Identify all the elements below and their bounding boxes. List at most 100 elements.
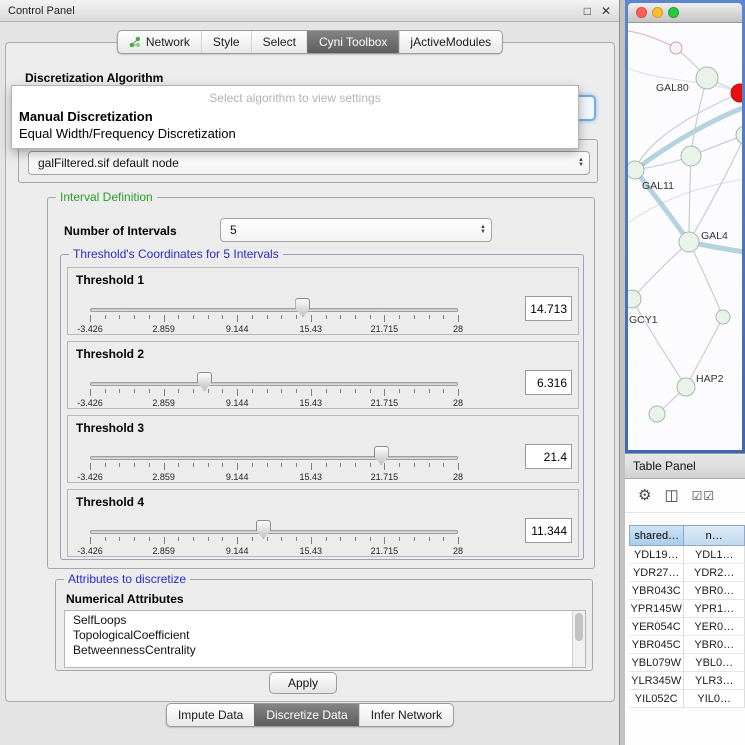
table-cell[interactable]: YDL19…	[629, 546, 684, 564]
table-cell[interactable]: YDR27…	[629, 564, 684, 582]
attribute-list-item[interactable]: SelfLoops	[73, 613, 577, 628]
table-row[interactable]: YIL052CYIL0…	[629, 690, 745, 708]
table-cell[interactable]: YBL079W	[629, 654, 684, 672]
tab-jactivemodules[interactable]: jActiveModules	[398, 31, 502, 53]
network-view-window: GAL80 GAL11 GAL4 GCY1 HAP2	[625, 0, 745, 453]
table-cell[interactable]: YER054C	[629, 618, 684, 636]
column-header-name[interactable]: n…	[684, 525, 745, 546]
table-cell[interactable]: YIL052C	[629, 690, 684, 708]
table-row[interactable]: YBR045CYBR0…	[629, 636, 745, 654]
table-cell[interactable]: YLR345W	[629, 672, 684, 690]
threshold-value-field[interactable]: 21.4	[525, 444, 572, 469]
tick-label: -3.426	[77, 324, 103, 334]
slider-tick-labels: -3.4262.8599.14415.4321.71528	[90, 546, 458, 556]
network-node[interactable]	[649, 406, 665, 422]
network-node[interactable]	[716, 310, 730, 324]
network-node-hap2[interactable]	[677, 378, 695, 396]
tick-label: 2.859	[152, 398, 175, 408]
select-columns-checkboxes-icon[interactable]: ☑☑	[692, 490, 716, 502]
table-header-row: shared… n…	[629, 525, 745, 546]
table-cell[interactable]: YIL0…	[684, 690, 745, 708]
network-node[interactable]	[670, 42, 682, 54]
apply-button[interactable]: Apply	[269, 672, 337, 694]
attribute-list-item[interactable]: TopologicalCoefficient	[73, 628, 577, 643]
close-traffic-light-icon[interactable]	[636, 7, 647, 18]
thresholds-group: Threshold's Coordinates for 5 Intervals …	[60, 254, 584, 560]
tab-infer-network[interactable]: Infer Network	[359, 704, 453, 726]
table-cell[interactable]: YBR0…	[684, 636, 745, 654]
table-cell[interactable]: YBR045C	[629, 636, 684, 654]
tick-label: 28	[453, 324, 463, 334]
network-node-gcy1[interactable]	[628, 290, 641, 308]
attribute-list-item[interactable]: BetweennessCentrality	[73, 643, 577, 658]
tab-label: Style	[213, 35, 240, 49]
table-row[interactable]: YBR043CYBR0…	[629, 582, 745, 600]
tick-label: -3.426	[77, 546, 103, 556]
dropdown-option-equal-width[interactable]: Equal Width/Frequency Discretization	[12, 125, 578, 142]
tick-label: -3.426	[77, 398, 103, 408]
minimize-traffic-light-icon[interactable]	[652, 7, 663, 18]
threshold-slider[interactable]: -3.4262.8599.14415.4321.71528	[90, 514, 458, 556]
network-node-gal80[interactable]	[696, 67, 718, 89]
table-cell[interactable]: YBL0…	[684, 654, 745, 672]
tab-network[interactable]: Network	[118, 31, 201, 53]
network-node-selected-red[interactable]	[731, 84, 742, 102]
table-row[interactable]: YDL19…YDL1…	[629, 546, 745, 564]
tab-impute-data[interactable]: Impute Data	[167, 704, 254, 726]
float-window-icon[interactable]: □	[584, 4, 591, 18]
control-panel-window: Control Panel □ ✕ Discretization Algorit…	[0, 0, 620, 745]
settings-gear-icon[interactable]: ⚙	[638, 488, 651, 503]
network-node[interactable]	[736, 126, 742, 144]
slider-track[interactable]	[90, 382, 458, 386]
table-row[interactable]: YPR145WYPR1…	[629, 600, 745, 618]
slider-track[interactable]	[90, 308, 458, 312]
network-node-gal4[interactable]	[679, 232, 699, 252]
table-panel-toolbar: ⚙ ◫ ☑☑	[625, 479, 745, 513]
network-graph: GAL80 GAL11 GAL4 GCY1 HAP2	[628, 23, 742, 450]
zoom-traffic-light-icon[interactable]	[668, 7, 679, 18]
tab-cyni-toolbox[interactable]: Cyni Toolbox	[307, 31, 398, 53]
tab-discretize-data[interactable]: Discretize Data	[254, 704, 358, 726]
scrollbar[interactable]	[572, 611, 585, 667]
table-cell[interactable]: YER0…	[684, 618, 745, 636]
columns-icon[interactable]: ◫	[664, 488, 678, 503]
slider-ticks	[90, 463, 458, 471]
algorithm-dropdown-popup: Select algorithm to view settings Manual…	[11, 85, 579, 149]
threshold-slider[interactable]: -3.4262.8599.14415.4321.71528	[90, 366, 458, 408]
number-of-intervals-combo[interactable]: 5 ▲▼	[220, 218, 492, 242]
table-cell[interactable]: YLR3…	[684, 672, 745, 690]
threshold-value-field[interactable]: 6.316	[525, 370, 572, 395]
table-data-combo[interactable]: galFiltered.sif default node ▲▼	[28, 151, 590, 175]
tab-style[interactable]: Style	[201, 31, 251, 53]
threshold-slider[interactable]: -3.4262.8599.14415.4321.71528	[90, 440, 458, 482]
table-cell[interactable]: YPR145W	[629, 600, 684, 618]
slider-track[interactable]	[90, 530, 458, 534]
table-cell[interactable]: YBR043C	[629, 582, 684, 600]
table-row[interactable]: YBL079WYBL0…	[629, 654, 745, 672]
table-row[interactable]: YLR345WYLR3…	[629, 672, 745, 690]
table-cell[interactable]: YDL1…	[684, 546, 745, 564]
table-cell[interactable]: YBR0…	[684, 582, 745, 600]
dropdown-option-manual-discretization[interactable]: Manual Discretization	[12, 108, 578, 125]
cyni-toolbox-panel: Discretization Algorithm Select algorith…	[5, 42, 615, 702]
close-window-icon[interactable]: ✕	[601, 4, 611, 18]
dropdown-hint: Select algorithm to view settings	[12, 89, 578, 108]
bottom-tab-bar: Impute Data Discretize Data Infer Networ…	[166, 703, 454, 727]
scrollbar-thumb[interactable]	[575, 613, 583, 641]
interval-definition-group: Interval Definition Number of Intervals …	[47, 197, 595, 569]
table-row[interactable]: YER054CYER0…	[629, 618, 745, 636]
slider-track[interactable]	[90, 456, 458, 460]
network-node-gal11[interactable]	[628, 161, 644, 179]
tab-select[interactable]: Select	[251, 31, 307, 53]
network-node[interactable]	[681, 146, 701, 166]
slider-ticks	[90, 315, 458, 323]
threshold-slider[interactable]: -3.4262.8599.14415.4321.71528	[90, 292, 458, 334]
threshold-value-field[interactable]: 14.713	[525, 296, 572, 321]
column-header-shared-name[interactable]: shared…	[629, 525, 684, 546]
table-row[interactable]: YDR27…YDR2…	[629, 564, 745, 582]
network-canvas[interactable]: GAL80 GAL11 GAL4 GCY1 HAP2	[628, 23, 742, 450]
table-cell[interactable]: YPR1…	[684, 600, 745, 618]
table-cell[interactable]: YDR2…	[684, 564, 745, 582]
number-of-intervals-value: 5	[230, 223, 237, 237]
threshold-value-field[interactable]: 11.344	[525, 518, 572, 543]
